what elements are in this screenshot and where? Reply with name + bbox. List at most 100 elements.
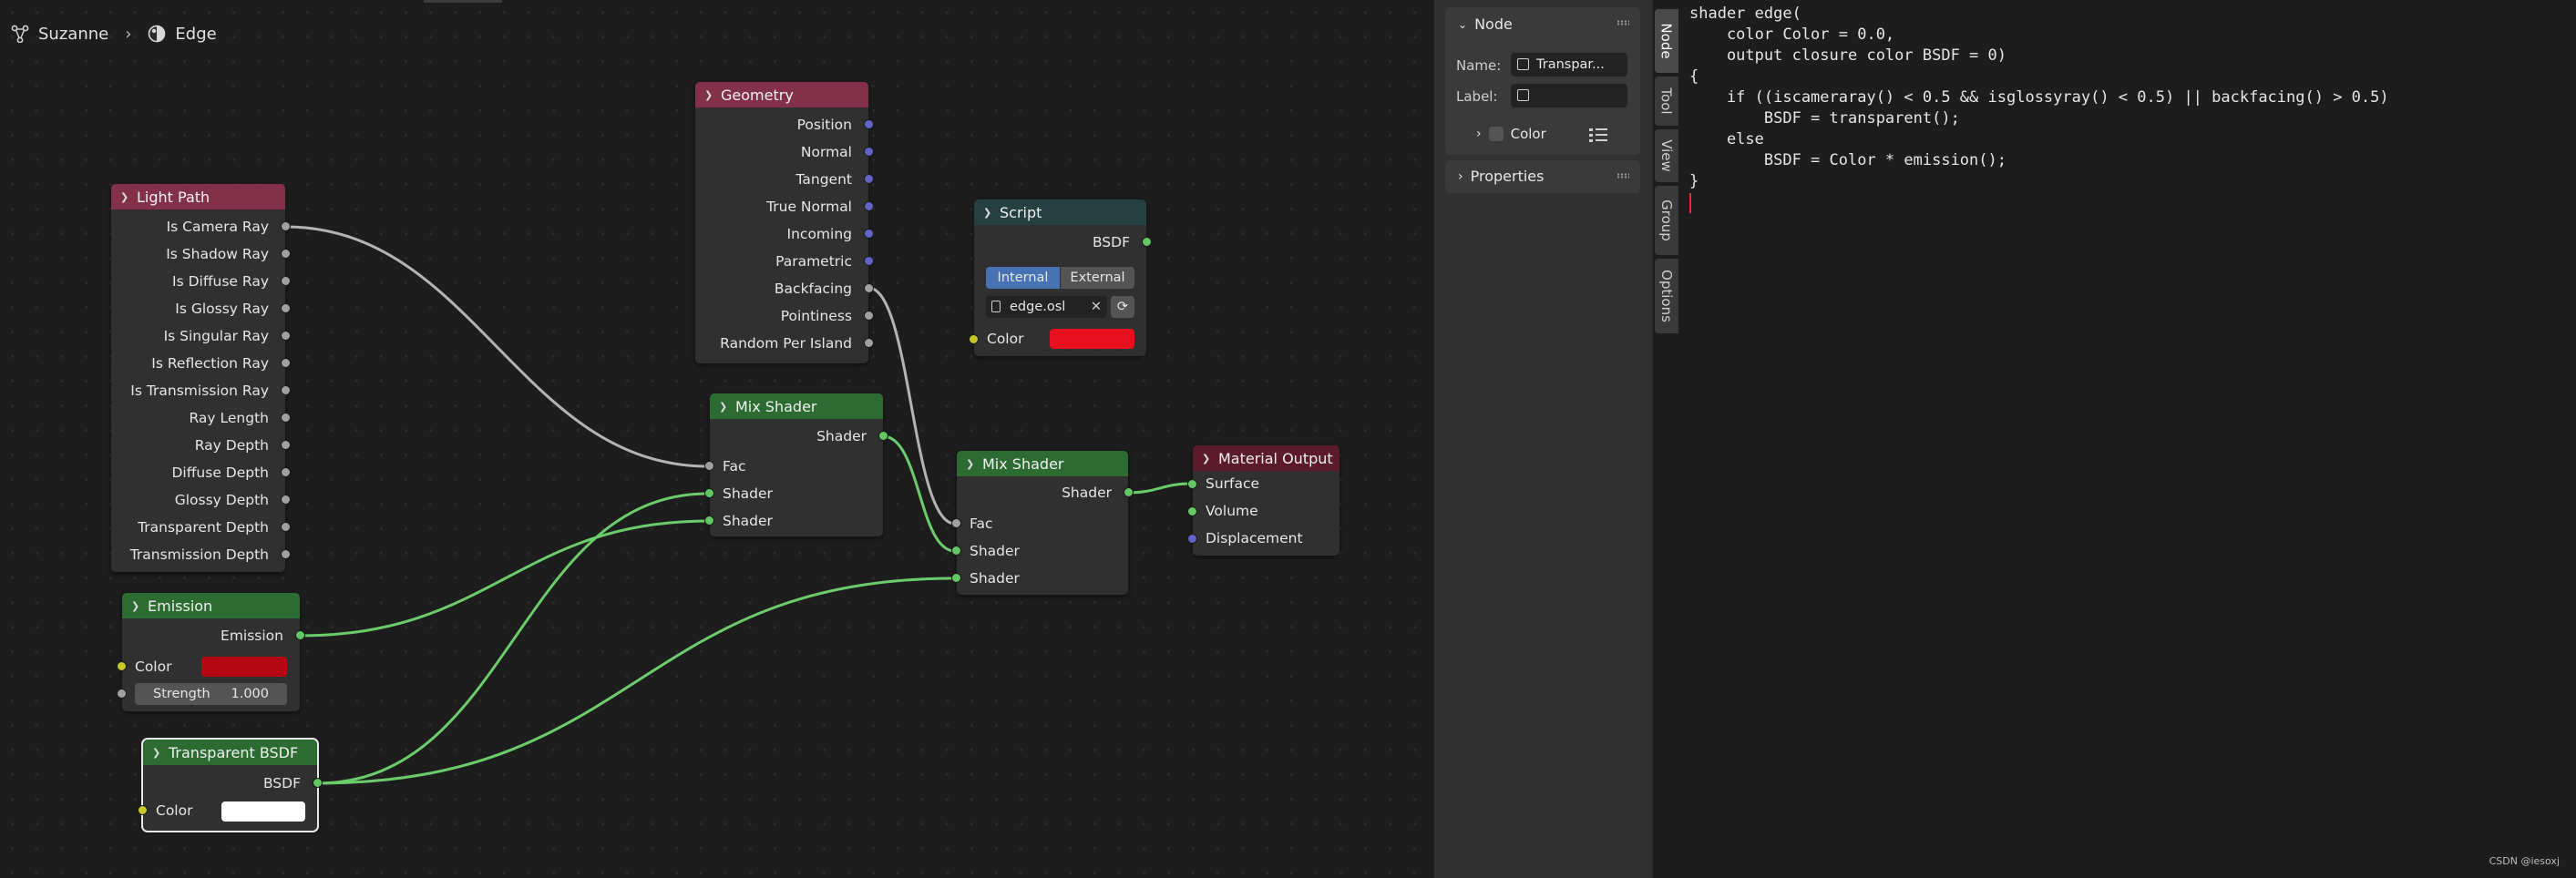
node-editor[interactable]: Suzanne › Edge ❯ Light Path Is Camera Ray… <box>0 0 1434 878</box>
chevron-down-icon[interactable]: ❯ <box>120 191 131 203</box>
socket-output[interactable] <box>281 467 291 477</box>
socket-output[interactable] <box>864 311 874 321</box>
chevron-right-icon[interactable]: › <box>1458 163 1463 190</box>
socket-shader-in-1[interactable] <box>704 488 714 498</box>
node-emission[interactable]: ❯ Emission Emission Color Strength 1.000 <box>117 593 305 711</box>
socket-output[interactable] <box>281 221 291 231</box>
node-geometry[interactable]: ❯ Geometry Position Normal Tangent True Norm… <box>695 82 874 363</box>
node-header[interactable]: ❯ Emission <box>122 593 300 618</box>
socket-strength-in[interactable] <box>117 689 127 699</box>
socket-output[interactable] <box>864 119 874 129</box>
socket-output[interactable] <box>864 201 874 211</box>
socket-color-in[interactable] <box>117 661 127 671</box>
node-header[interactable]: ❯ Material Output <box>1193 445 1339 471</box>
socket-output[interactable] <box>281 358 291 368</box>
node-mix-shader-1[interactable]: ❯ Mix Shader Shader Fac Shader Shader <box>704 393 888 536</box>
drag-handle-icon[interactable] <box>1616 20 1629 26</box>
drag-handle-icon[interactable] <box>1616 173 1629 179</box>
socket-output[interactable] <box>281 440 291 450</box>
mode-internal-button[interactable]: Internal <box>986 267 1060 289</box>
node-title: Mix Shader <box>735 397 817 415</box>
socket-output[interactable] <box>281 331 291 341</box>
socket-displacement-in[interactable] <box>1187 534 1197 544</box>
node-mix-shader-2[interactable]: ❯ Mix Shader Shader Fac Shader Shader <box>951 451 1134 595</box>
socket-bsdf-out[interactable] <box>313 778 323 788</box>
tab-tool[interactable]: Tool <box>1655 77 1678 126</box>
color-checkbox[interactable] <box>1488 127 1504 141</box>
list-icon[interactable] <box>1589 128 1607 142</box>
node-light-path[interactable]: ❯ Light Path Is Camera Ray Is Shadow Ray Is… <box>111 184 291 572</box>
node-label-field[interactable] <box>1511 84 1627 107</box>
socket-output[interactable] <box>864 147 874 157</box>
properties-panel-header[interactable]: › Properties <box>1458 163 1544 190</box>
chevron-down-icon[interactable]: ❯ <box>131 600 142 612</box>
socket-output[interactable] <box>281 522 291 532</box>
socket-output[interactable] <box>281 385 291 395</box>
socket-output[interactable] <box>864 283 874 293</box>
socket-output[interactable] <box>281 549 291 559</box>
node-name-field[interactable]: Transpar... <box>1511 53 1627 77</box>
output-label: Is Singular Ray <box>163 328 269 344</box>
socket-output[interactable] <box>864 174 874 184</box>
node-header[interactable]: ❯ Geometry <box>695 82 868 107</box>
chevron-down-icon[interactable]: ❯ <box>704 89 715 101</box>
socket-shader-in-2[interactable] <box>704 516 714 526</box>
chevron-down-icon[interactable]: ❯ <box>966 458 977 470</box>
socket-output[interactable] <box>864 229 874 239</box>
chevron-down-icon[interactable]: ❯ <box>1202 453 1213 465</box>
text-editor[interactable]: shader edge( color Color = 0.0, output c… <box>1680 0 2576 878</box>
reload-script-button[interactable]: ⟳ <box>1111 296 1134 318</box>
socket-output[interactable] <box>281 495 291 505</box>
tab-options[interactable]: Options <box>1655 259 1678 333</box>
input-surface: Surface <box>1206 475 1260 492</box>
breadcrumb-object[interactable]: Suzanne <box>38 25 108 44</box>
node-header[interactable]: ❯ Mix Shader <box>957 451 1128 476</box>
breadcrumb-material[interactable]: Edge <box>175 25 216 44</box>
socket-bsdf-out[interactable] <box>1142 237 1152 247</box>
socket-output[interactable] <box>864 338 874 348</box>
socket-shader-in-2[interactable] <box>951 573 961 583</box>
chevron-down-icon[interactable]: ❯ <box>152 747 163 759</box>
chevron-right-icon[interactable]: › <box>1476 127 1482 141</box>
socket-shader-out[interactable] <box>1124 487 1134 497</box>
socket-emission-out[interactable] <box>295 630 305 640</box>
text-file-icon <box>991 301 1001 312</box>
script-color-swatch[interactable] <box>1050 329 1134 349</box>
input-shader-1: Shader <box>723 485 773 502</box>
node-script[interactable]: ❯ Script BSDF Internal External edge.osl … <box>969 199 1152 356</box>
socket-color-in[interactable] <box>969 334 979 344</box>
code-text[interactable]: shader edge( color Color = 0.0, output c… <box>1689 4 2389 192</box>
socket-output[interactable] <box>281 303 291 313</box>
strength-field[interactable]: Strength 1.000 <box>135 683 287 705</box>
node-header[interactable]: ❯ Light Path <box>111 184 285 209</box>
mode-external-button[interactable]: External <box>1061 267 1134 289</box>
node-panel-header[interactable]: ⌄ Node <box>1458 11 1513 38</box>
socket-output[interactable] <box>281 249 291 259</box>
color-subpanel[interactable]: › Color <box>1476 126 1546 142</box>
tab-node[interactable]: Node <box>1655 9 1678 73</box>
node-material-output[interactable]: ❯ Material Output Surface Volume Displace… <box>1187 445 1339 556</box>
script-file-field[interactable]: edge.osl ✕ <box>986 296 1107 318</box>
socket-color-in[interactable] <box>138 805 148 815</box>
node-header[interactable]: ❯ Script <box>974 199 1146 225</box>
transparent-color-swatch[interactable] <box>221 801 305 822</box>
socket-volume-in[interactable] <box>1187 506 1197 516</box>
node-header[interactable]: ❯ Transparent BSDF <box>143 740 317 765</box>
chevron-down-icon[interactable]: ❯ <box>719 401 730 413</box>
node-transparent-bsdf[interactable]: ❯ Transparent BSDF BSDF Color <box>138 738 323 832</box>
node-header[interactable]: ❯ Mix Shader <box>710 393 883 419</box>
chevron-down-icon[interactable]: ⌄ <box>1458 11 1467 38</box>
chevron-down-icon[interactable]: ❯ <box>983 207 994 219</box>
socket-output[interactable] <box>864 256 874 266</box>
socket-fac-in[interactable] <box>951 518 961 528</box>
socket-shader-in-1[interactable] <box>951 546 961 556</box>
tab-view[interactable]: View <box>1655 129 1678 182</box>
socket-fac-in[interactable] <box>704 461 714 471</box>
socket-shader-out[interactable] <box>878 431 888 441</box>
socket-surface-in[interactable] <box>1187 479 1197 489</box>
socket-output[interactable] <box>281 413 291 423</box>
tab-group[interactable]: Group <box>1655 186 1678 255</box>
close-icon[interactable]: ✕ <box>1091 296 1102 318</box>
emission-color-swatch[interactable] <box>201 657 287 677</box>
socket-output[interactable] <box>281 276 291 286</box>
